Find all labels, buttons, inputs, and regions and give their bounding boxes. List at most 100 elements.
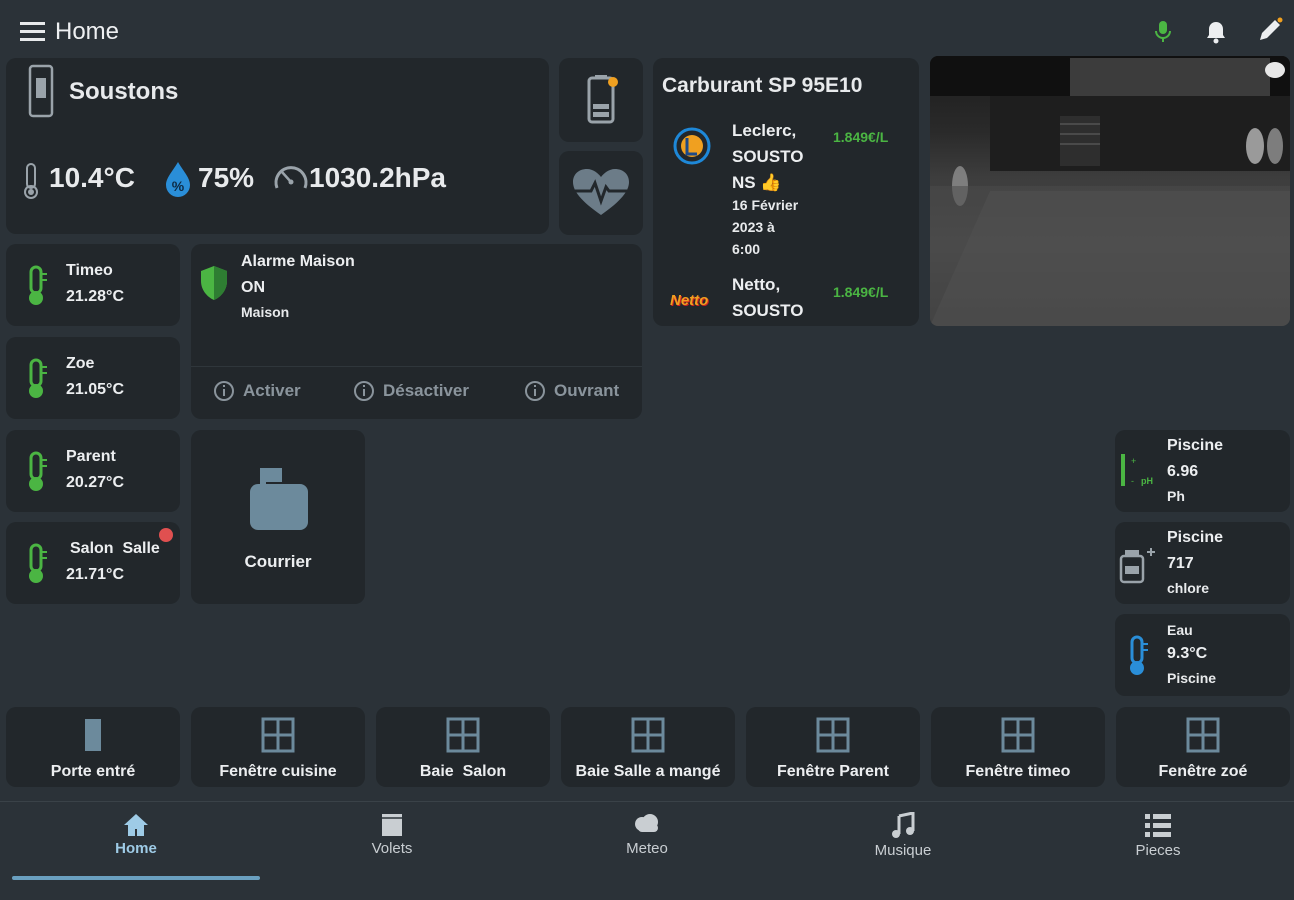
- room-temp: 21.05°C: [66, 381, 124, 398]
- pool-unit: Piscine: [1167, 670, 1217, 686]
- room-name: Timeo: [66, 262, 113, 279]
- room-card[interactable]: Parent 20.27°C: [6, 430, 180, 512]
- barometer-icon: [274, 166, 308, 189]
- nav-home-label: Home: [115, 840, 157, 857]
- shield-icon: [201, 266, 227, 300]
- pool-title: Eau: [1167, 622, 1193, 638]
- nav-pieces[interactable]: Pieces: [1058, 812, 1258, 859]
- fuel-title: Carburant SP 95E10: [662, 74, 863, 97]
- nav-meteo[interactable]: Meteo: [547, 812, 747, 857]
- window-icon: [1186, 717, 1220, 753]
- nav-pieces-label: Pieces: [1135, 842, 1181, 859]
- nav-home[interactable]: Home: [36, 812, 236, 857]
- weather-card[interactable]: Soustons 10.4°C % 75% 1030.2hPa: [6, 58, 549, 234]
- nav-musique-label: Musique: [874, 842, 932, 859]
- alarm-openings-button[interactable]: Ouvrant: [524, 380, 619, 402]
- room-card[interactable]: Zoe 21.05°C: [6, 337, 180, 419]
- nav-active-indicator: [12, 876, 260, 880]
- fuel-date: 16 Février: [732, 197, 799, 213]
- room-temp: 20.27°C: [66, 474, 124, 491]
- opening-window[interactable]: Fenêtre Parent: [746, 707, 920, 787]
- svg-text:+: +: [1131, 456, 1136, 466]
- weather-cloud-icon: [635, 814, 658, 832]
- thermometer-icon: [29, 543, 47, 583]
- opening-label: Baie Salon: [419, 763, 507, 780]
- weather-humidity: 75%: [198, 162, 255, 193]
- health-card[interactable]: [559, 151, 643, 235]
- thermometer-icon: [1130, 635, 1148, 675]
- list-icon: [1145, 814, 1171, 837]
- room-card[interactable]: Salon Salle 21.71°C: [6, 522, 180, 604]
- opening-window[interactable]: Fenêtre timeo: [931, 707, 1105, 787]
- app-header: Home: [0, 0, 1294, 60]
- pencil-icon[interactable]: [1256, 16, 1284, 44]
- fuel-station-name: Netto,: [732, 275, 781, 294]
- nav-volets[interactable]: Volets: [292, 812, 492, 857]
- opening-window[interactable]: Baie Salle a mangé: [561, 707, 735, 787]
- pool-value: 717: [1167, 555, 1194, 572]
- room-temp: 21.28°C: [66, 288, 124, 305]
- svg-text:%: %: [172, 178, 185, 194]
- opening-label: Fenêtre zoé: [1158, 763, 1248, 780]
- alarm-openings-label: Ouvrant: [554, 381, 620, 400]
- nav-musique[interactable]: Musique: [803, 812, 1003, 859]
- pool-title: Piscine: [1167, 529, 1224, 546]
- camera-scene: [930, 56, 1290, 326]
- mail-card[interactable]: Courrier: [191, 430, 365, 604]
- info-icon: [214, 381, 234, 401]
- fuel-card[interactable]: Carburant SP 95E10 Leclerc, SOUSTO NS 👍 …: [653, 58, 919, 326]
- alarm-activate-label: Activer: [243, 381, 301, 400]
- alarm-activate-button[interactable]: Activer: [213, 380, 301, 402]
- weather-pressure: 1030.2hPa: [309, 162, 446, 193]
- opening-label: Baie Salle a mangé: [575, 763, 721, 780]
- alarm-state: ON: [241, 279, 265, 296]
- opening-window[interactable]: Baie Salon: [376, 707, 550, 787]
- fuel-date: 2023 à: [732, 219, 775, 235]
- room-temp: 21.71°C: [66, 566, 124, 583]
- fuel-station-name: SOUSTO: [732, 301, 804, 320]
- window-icon: [816, 717, 850, 753]
- room-card[interactable]: Timeo 21.28°C: [6, 244, 180, 326]
- fuel-price: 1.849€/L: [833, 129, 889, 145]
- mailbox-icon: [250, 468, 308, 530]
- bell-icon[interactable]: [1205, 20, 1227, 44]
- opening-label: Fenêtre cuisine: [219, 763, 337, 780]
- pool-value: 6.96: [1167, 463, 1199, 480]
- humidity-icon: %: [166, 162, 190, 197]
- thermometer-icon: [29, 358, 47, 398]
- alarm-card[interactable]: Alarme Maison ON Maison Activer Désactiv…: [191, 244, 642, 419]
- window-icon: [631, 717, 665, 753]
- leclerc-logo-icon: [673, 127, 711, 165]
- weather-temperature: 10.4°C: [49, 162, 135, 193]
- alarm-deactivate-label: Désactiver: [383, 381, 470, 400]
- opening-window[interactable]: Fenêtre zoé: [1116, 707, 1290, 787]
- ph-meter-icon: + - pH: [1121, 454, 1153, 486]
- opening-window[interactable]: Fenêtre cuisine: [191, 707, 365, 787]
- pool-water-card[interactable]: Eau 9.3°C Piscine: [1115, 614, 1290, 696]
- opening-label: Porte entré: [50, 763, 136, 780]
- nav-volets-label: Volets: [371, 840, 413, 857]
- battery-icon: [587, 75, 618, 124]
- netto-logo-icon: Netto: [670, 292, 709, 309]
- alarm-deactivate-button[interactable]: Désactiver: [353, 380, 469, 402]
- window-icon: [446, 717, 480, 753]
- opening-door[interactable]: Porte entré: [6, 707, 180, 787]
- info-icon: [354, 381, 374, 401]
- camera-feed[interactable]: [930, 56, 1290, 326]
- pool-ph-card[interactable]: + - pH Piscine 6.96 Ph: [1115, 430, 1290, 512]
- microphone-icon[interactable]: [1153, 20, 1173, 44]
- battery-card[interactable]: [559, 58, 643, 142]
- nav-meteo-label: Meteo: [626, 840, 668, 857]
- alarm-title: Alarme Maison: [241, 253, 355, 270]
- shutter-icon: [382, 814, 402, 836]
- fuel-station-name: SOUSTO: [732, 147, 804, 166]
- heart-pulse-icon: [573, 169, 629, 215]
- pool-unit: Ph: [1167, 488, 1185, 504]
- menu-icon[interactable]: [20, 20, 46, 42]
- bottom-nav: Home Volets Meteo Musique Pieces: [0, 801, 1294, 900]
- pool-chlorine-card[interactable]: Piscine 717 chlore: [1115, 522, 1290, 604]
- alert-dot: [159, 528, 173, 542]
- music-note-icon: [892, 812, 915, 838]
- mail-label: Courrier: [244, 552, 312, 571]
- fuel-price: 1.849€/L: [833, 284, 889, 300]
